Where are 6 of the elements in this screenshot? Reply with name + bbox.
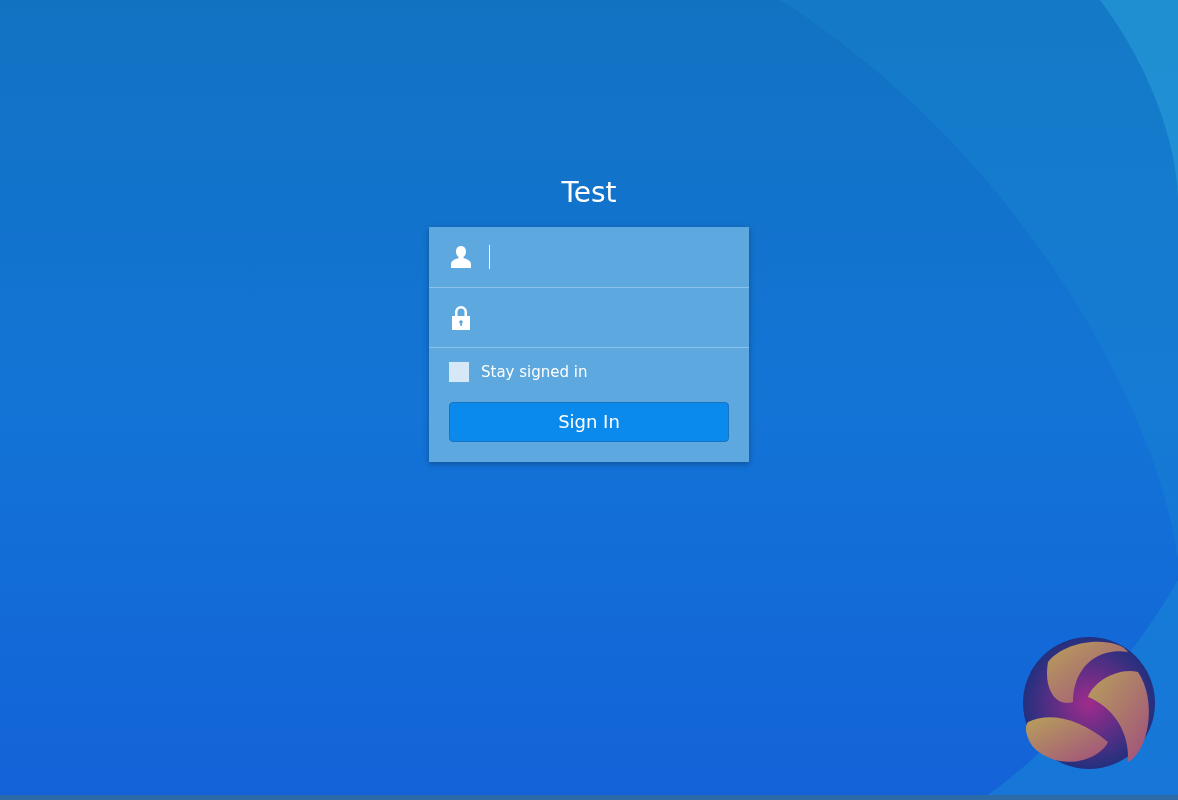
checkbox-label: Stay signed in — [481, 361, 588, 383]
user-icon — [449, 245, 473, 269]
sign-in-button[interactable]: Sign In — [449, 402, 729, 442]
checkbox[interactable] — [449, 362, 469, 382]
lock-icon — [451, 304, 471, 331]
login-title: Test — [561, 175, 617, 211]
